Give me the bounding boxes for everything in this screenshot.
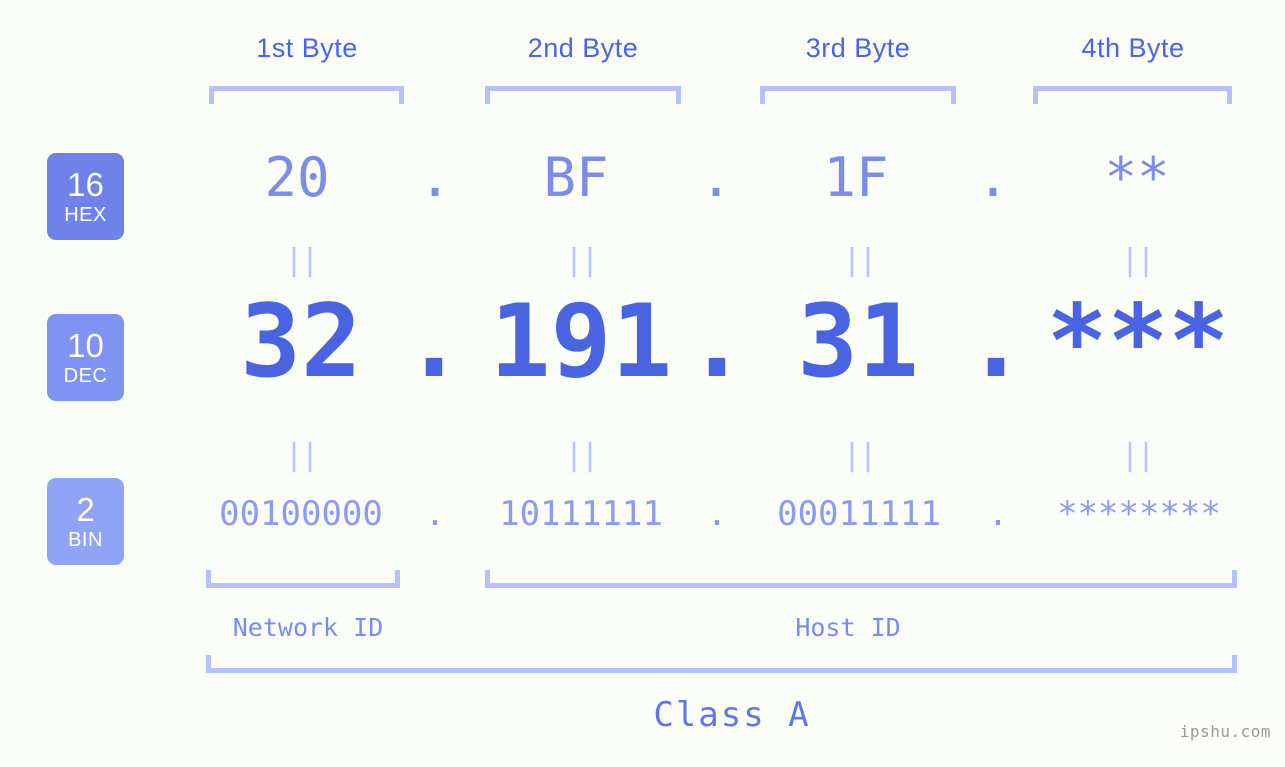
- ip-address-breakdown-diagram: 1st Byte 2nd Byte 3rd Byte 4th Byte 16 H…: [0, 0, 1285, 767]
- byte-bracket-3: [760, 86, 956, 104]
- dec-separator-3: .: [965, 282, 1027, 400]
- equals-mark-dec-bin-3: ||: [842, 438, 877, 473]
- equals-mark-dec-bin-2: ||: [564, 438, 599, 473]
- class-label: Class A: [653, 695, 811, 735]
- equals-mark-hex-dec-2: ||: [564, 243, 599, 278]
- base-badge-hex-name: HEX: [64, 204, 107, 226]
- byte-bracket-4: [1033, 86, 1232, 104]
- equals-mark-hex-dec-3: ||: [842, 243, 877, 278]
- equals-mark-dec-bin-1: ||: [284, 438, 319, 473]
- equals-mark-dec-bin-4: ||: [1120, 438, 1155, 473]
- byte-header-4: 4th Byte: [1081, 33, 1185, 63]
- hex-separator-3: .: [976, 146, 1010, 209]
- class-bracket: [206, 655, 1237, 673]
- byte-bracket-1: [209, 86, 404, 104]
- network-id-bracket: [206, 570, 400, 588]
- equals-mark-hex-dec-1: ||: [284, 243, 319, 278]
- base-badge-bin-name: BIN: [68, 529, 103, 551]
- network-id-label: Network ID: [232, 613, 384, 642]
- host-id-label: Host ID: [795, 613, 901, 642]
- bin-separator-3: .: [987, 494, 1009, 534]
- equals-mark-hex-dec-4: ||: [1120, 243, 1155, 278]
- site-watermark: ipshu.com: [1179, 722, 1271, 741]
- host-id-bracket: [485, 570, 1237, 588]
- byte-bracket-2: [485, 86, 681, 104]
